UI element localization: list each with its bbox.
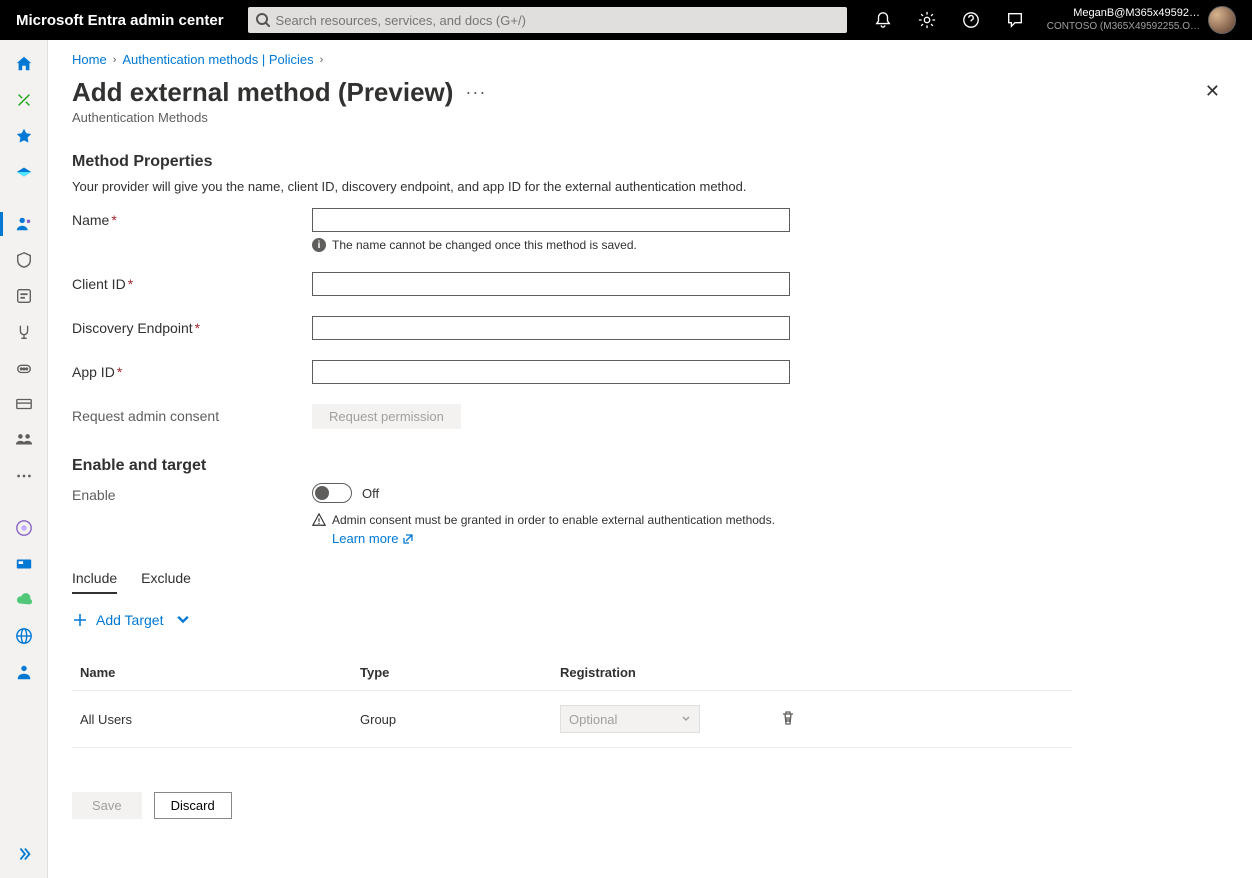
search-icon (256, 13, 270, 27)
col-name: Name (72, 655, 352, 691)
col-registration: Registration (552, 655, 772, 691)
target-tabs: Include Exclude (72, 570, 1228, 594)
tab-exclude[interactable]: Exclude (141, 570, 191, 594)
account-user: MeganB@M365x49592… (1047, 7, 1200, 20)
notifications-icon[interactable] (863, 0, 903, 40)
registration-select: Optional (560, 705, 700, 733)
nav-verified-id[interactable] (0, 316, 48, 348)
global-search[interactable] (248, 7, 847, 33)
breadcrumb: Home › Authentication methods | Policies… (72, 52, 1228, 67)
warning-icon (312, 513, 326, 527)
brand-label: Microsoft Entra admin center (16, 12, 224, 29)
name-input[interactable] (312, 208, 790, 232)
nav-billing[interactable] (0, 388, 48, 420)
more-actions-icon[interactable]: ··· (465, 82, 486, 103)
appid-input[interactable] (312, 360, 790, 384)
chevron-down-icon (175, 612, 191, 628)
close-icon[interactable]: ✕ (1197, 77, 1228, 106)
nav-favorites[interactable] (0, 120, 48, 152)
chevron-down-icon (681, 714, 691, 724)
settings-icon[interactable] (907, 0, 947, 40)
row-type: Group (352, 691, 552, 748)
account-tenant: CONTOSO (M365X49592255.O… (1047, 21, 1200, 33)
enable-target-heading: Enable and target (72, 457, 1228, 475)
help-icon[interactable] (951, 0, 991, 40)
nav-protection[interactable] (0, 244, 48, 276)
name-label: Name (72, 212, 109, 228)
header-actions: MeganB@M365x49592… CONTOSO (M365X4959225… (863, 0, 1236, 40)
delete-icon[interactable] (780, 710, 796, 726)
row-name: All Users (72, 691, 352, 748)
nav-global[interactable] (0, 620, 48, 652)
nav-learn[interactable] (0, 512, 48, 544)
discovery-label: Discovery Endpoint (72, 320, 193, 336)
discovery-input[interactable] (312, 316, 790, 340)
chevron-right-icon: › (113, 54, 117, 66)
account-menu[interactable]: MeganB@M365x49592… CONTOSO (M365X4959225… (1039, 6, 1236, 34)
table-row: All Users Group Optional (72, 691, 1072, 748)
info-icon: i (312, 238, 326, 252)
left-nav (0, 40, 48, 878)
col-type: Type (352, 655, 552, 691)
nav-diagnose[interactable] (0, 84, 48, 116)
top-bar: Microsoft Entra admin center MeganB@M365… (0, 0, 1252, 40)
external-link-icon (402, 533, 414, 545)
breadcrumb-authmethods[interactable]: Authentication methods | Policies (122, 52, 313, 67)
nav-home[interactable] (0, 48, 48, 80)
add-target-label: Add Target (96, 612, 163, 628)
page-title: Add external method (Preview) (72, 77, 453, 108)
avatar (1208, 6, 1236, 34)
feedback-icon[interactable] (995, 0, 1035, 40)
tab-include[interactable]: Include (72, 570, 117, 594)
learn-more-link[interactable]: Learn more (332, 531, 414, 546)
clientid-input[interactable] (312, 272, 790, 296)
search-input[interactable] (276, 13, 839, 28)
appid-label: App ID (72, 364, 115, 380)
nav-permissions[interactable] (0, 352, 48, 384)
method-properties-description: Your provider will give you the name, cl… (72, 179, 1228, 194)
targets-table: Name Type Registration All Users Group O… (72, 655, 1072, 748)
chevron-right-icon: › (320, 54, 324, 66)
consent-label: Request admin consent (72, 404, 312, 424)
enable-warning: Admin consent must be granted in order t… (332, 513, 775, 527)
add-target-button[interactable]: Add Target (72, 612, 191, 628)
enable-toggle-state: Off (362, 486, 379, 501)
footer-actions: Save Discard (72, 776, 1228, 835)
main-content: Home › Authentication methods | Policies… (48, 40, 1252, 878)
nav-governance[interactable] (0, 280, 48, 312)
page-subtitle: Authentication Methods (72, 110, 486, 125)
nav-groups[interactable] (0, 424, 48, 456)
nav-cloud[interactable] (0, 584, 48, 616)
plus-icon (72, 612, 88, 628)
nav-identity[interactable] (0, 156, 48, 188)
enable-toggle[interactable] (312, 483, 352, 503)
name-hint: The name cannot be changed once this met… (332, 238, 637, 252)
nav-users[interactable] (0, 208, 48, 240)
request-permission-button: Request permission (312, 404, 461, 429)
nav-expand[interactable] (0, 838, 48, 870)
clientid-label: Client ID (72, 276, 126, 292)
save-button: Save (72, 792, 142, 819)
nav-more[interactable] (0, 460, 48, 492)
enable-label: Enable (72, 483, 312, 503)
breadcrumb-home[interactable]: Home (72, 52, 107, 67)
discard-button[interactable]: Discard (154, 792, 232, 819)
nav-card[interactable] (0, 548, 48, 580)
nav-person[interactable] (0, 656, 48, 688)
method-properties-heading: Method Properties (72, 153, 1228, 171)
